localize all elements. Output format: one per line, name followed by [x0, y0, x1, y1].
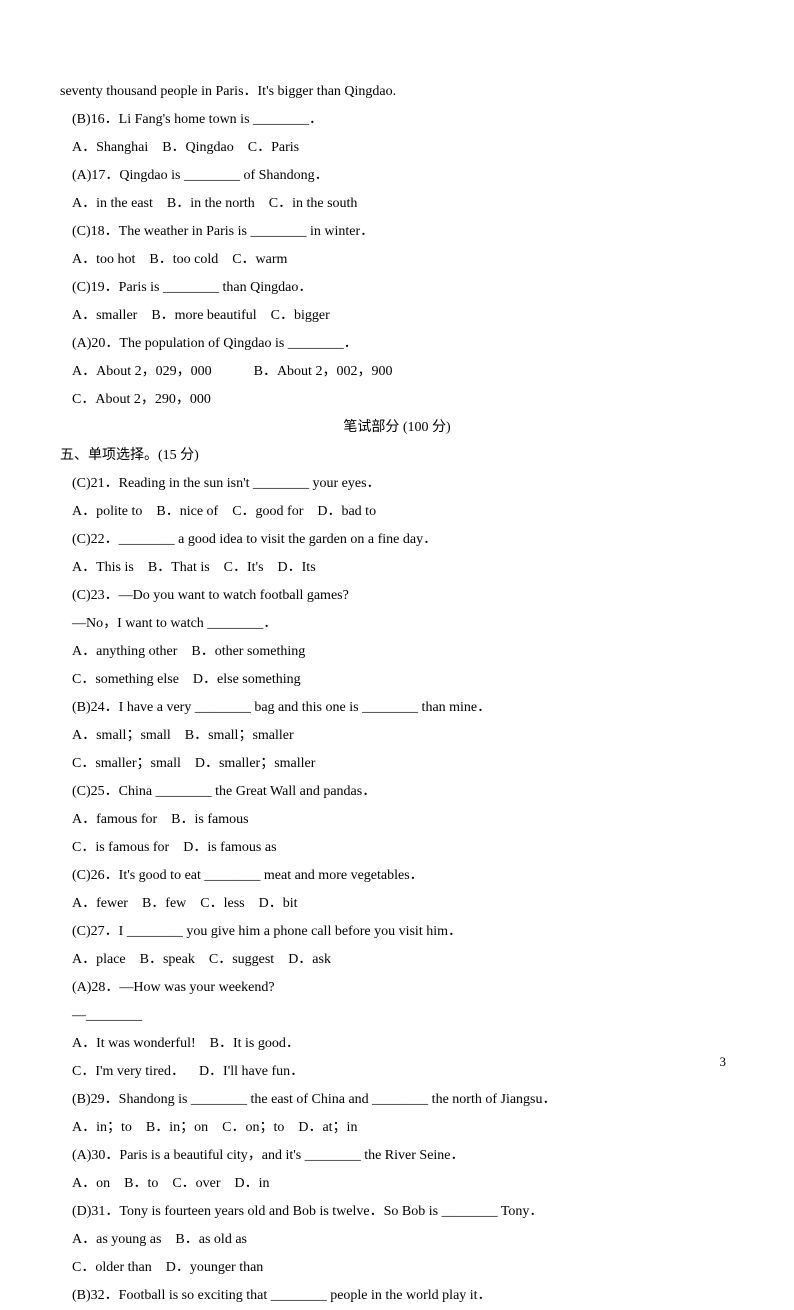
q28-prompt: (A)28．—How was your weekend? [60, 974, 734, 1002]
q27-options: A．place B．speak C．suggest D．ask [60, 946, 734, 974]
q20-prompt: (A)20．The population of Qingdao is _____… [60, 330, 734, 358]
q16-options: A．Shanghai B．Qingdao C．Paris [60, 134, 734, 162]
q31-options-row1: A．as young as B．as old as [60, 1226, 734, 1254]
q17-options: A．in the east B．in the north C．in the so… [60, 190, 734, 218]
q23-prompt: (C)23．—Do you want to watch football gam… [60, 582, 734, 610]
q24-prompt: (B)24．I have a very ________ bag and thi… [60, 694, 734, 722]
q19-prompt: (C)19．Paris is ________ than Qingdao． [60, 274, 734, 302]
q23-line2: —No，I want to watch ________． [60, 610, 734, 638]
q21-options: A．polite to B．nice of C．good for D．bad t… [60, 498, 734, 526]
q27-prompt: (C)27．I ________ you give him a phone ca… [60, 918, 734, 946]
q20-options-row2: C．About 2，290，000 [60, 386, 734, 414]
q19-options: A．smaller B．more beautiful C．bigger [60, 302, 734, 330]
q31-options-row2: C．older than D．younger than [60, 1254, 734, 1282]
q28-options-row1: A．It was wonderful! B．It is good． [60, 1030, 734, 1058]
q22-prompt: (C)22．________ a good idea to visit the … [60, 526, 734, 554]
q30-options: A．on B．to C．over D．in [60, 1170, 734, 1198]
q25-options-row2: C．is famous for D．is famous as [60, 834, 734, 862]
q17-prompt: (A)17．Qingdao is ________ of Shandong． [60, 162, 734, 190]
q16-prompt: (B)16．Li Fang's home town is ________． [60, 106, 734, 134]
q31-prompt: (D)31．Tony is fourteen years old and Bob… [60, 1198, 734, 1226]
q29-prompt: (B)29．Shandong is ________ the east of C… [60, 1086, 734, 1114]
written-section-title: 笔试部分 (100 分) [60, 414, 734, 442]
q24-options-row1: A．small；small B．small；smaller [60, 722, 734, 750]
passage-text: seventy thousand people in Paris．It's bi… [60, 78, 734, 106]
page: seventy thousand people in Paris．It's bi… [0, 0, 794, 1123]
page-number: 3 [720, 1049, 727, 1075]
q26-prompt: (C)26．It's good to eat ________ meat and… [60, 862, 734, 890]
q25-options-row1: A．famous for B．is famous [60, 806, 734, 834]
section-5-heading: 五、单项选择。(15 分) [60, 442, 734, 470]
q20-options-row1: A．About 2，029，000 B．About 2，002，900 [60, 358, 734, 386]
q18-prompt: (C)18．The weather in Paris is ________ i… [60, 218, 734, 246]
q28-line2: —________ [60, 1002, 734, 1030]
q23-options-row1: A．anything other B．other something [60, 638, 734, 666]
q30-prompt: (A)30．Paris is a beautiful city，and it's… [60, 1142, 734, 1170]
q23-options-row2: C．something else D．else something [60, 666, 734, 694]
q22-options: A．This is B．That is C．It's D．Its [60, 554, 734, 582]
q26-options: A．fewer B．few C．less D．bit [60, 890, 734, 918]
q18-options: A．too hot B．too cold C．warm [60, 246, 734, 274]
q24-options-row2: C．smaller；small D．smaller；smaller [60, 750, 734, 778]
q28-options-row2: C．I'm very tired． D．I'll have fun． [60, 1058, 734, 1086]
q32-prompt: (B)32．Football is so exciting that _____… [60, 1282, 734, 1310]
q29-options: A．in；to B．in；on C．on；to D．at；in [60, 1114, 734, 1142]
q25-prompt: (C)25．China ________ the Great Wall and … [60, 778, 734, 806]
q21-prompt: (C)21．Reading in the sun isn't ________ … [60, 470, 734, 498]
